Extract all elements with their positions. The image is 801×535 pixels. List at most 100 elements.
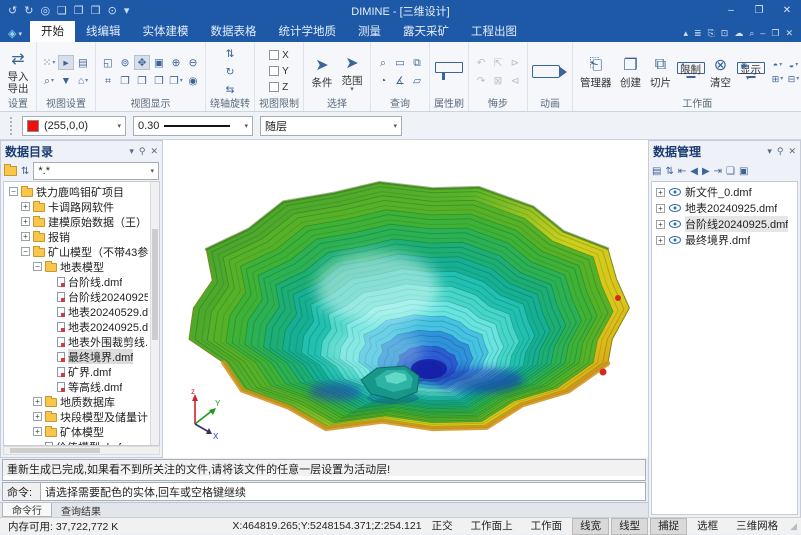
query-area-icon[interactable]: ⧉: [409, 55, 425, 70]
filter-display-icon[interactable]: ▼: [58, 73, 74, 88]
tree-item[interactable]: 地表20240925.dmf: [5, 319, 148, 334]
app-menu-button[interactable]: ◈▾: [0, 27, 30, 42]
condition-select-button[interactable]: ➤ 条件: [308, 52, 336, 90]
color-combobox[interactable]: (255,0,0) ▾: [22, 116, 126, 136]
file-list-item[interactable]: 地表20240925.dmf: [654, 200, 795, 216]
ribbon-tab[interactable]: 开始: [30, 21, 75, 42]
tree-item[interactable]: 最终境界.dmf: [5, 349, 148, 364]
resize-grip[interactable]: ◢: [790, 521, 797, 532]
tree-item[interactable]: 台阶线.dmf: [5, 274, 148, 289]
workface-clear-button[interactable]: ⊗ 清空: [707, 52, 735, 90]
workface-up-icon[interactable]: ◓: [771, 58, 785, 71]
rotate-x-icon[interactable]: ⇅: [222, 46, 238, 61]
refresh-view-icon[interactable]: ◱: [100, 55, 116, 70]
attach-icon[interactable]: ⎘: [708, 28, 715, 39]
undo-add-icon[interactable]: ⊳: [507, 55, 523, 70]
collapse-ribbon-icon[interactable]: ▴: [683, 28, 688, 39]
box-tool-icon[interactable]: ⊡: [721, 28, 729, 39]
panel-menu-icon[interactable]: ▾: [767, 146, 772, 157]
animation-camera-button[interactable]: [532, 65, 560, 78]
status-toggle[interactable]: 线宽: [572, 518, 609, 535]
close-icon[interactable]: ✕: [150, 146, 158, 157]
property-brush-button[interactable]: [435, 62, 463, 73]
ribbon-tab[interactable]: 线编辑: [75, 21, 132, 42]
scrollbar-thumb[interactable]: [152, 229, 158, 339]
import-export-button[interactable]: ⇄ 导入 导出: [4, 46, 32, 96]
save-icon[interactable]: ▣: [739, 166, 748, 177]
workface-add-icon[interactable]: ⊞: [771, 72, 785, 85]
workface-create-button[interactable]: ❐ 创建: [617, 52, 645, 90]
front-view-icon[interactable]: ❐: [151, 73, 167, 88]
ribbon-tab[interactable]: 实体建模: [131, 21, 199, 42]
panel-menu-icon[interactable]: ▾: [129, 146, 134, 157]
report-icon[interactable]: ▤: [652, 166, 661, 177]
tree-item[interactable]: 建模原始数据（王）: [5, 214, 148, 229]
tree-item[interactable]: 卡调路网软件: [5, 199, 148, 214]
visibility-eye-icon[interactable]: [669, 204, 681, 212]
sort-icon[interactable]: ⇅: [665, 166, 673, 177]
layers-icon[interactable]: ❏: [57, 0, 67, 22]
maximize-button[interactable]: ❐: [745, 0, 773, 22]
visibility-eye-icon[interactable]: [669, 236, 681, 244]
expand-toggle[interactable]: [33, 427, 42, 436]
tree-item[interactable]: 地质数据库: [5, 394, 148, 409]
horizontal-scrollbar[interactable]: [3, 446, 160, 455]
perspective-icon[interactable]: ◉: [185, 73, 201, 88]
command-input[interactable]: 请选择需要配色的实体,回车或空格键继续: [40, 482, 646, 501]
close-icon[interactable]: ✕: [788, 146, 796, 157]
record-icon[interactable]: ⊙: [108, 0, 117, 22]
status-toggle[interactable]: 工作面: [523, 518, 571, 535]
box-select-icon[interactable]: ❐: [74, 0, 84, 22]
axis-limit-checkbox[interactable]: Y: [269, 65, 289, 78]
ribbon-tab[interactable]: 数据表格: [199, 21, 267, 42]
tree-item[interactable]: 矿界.dmf: [5, 364, 148, 379]
ribbon-restore-icon[interactable]: ❐: [771, 28, 779, 39]
expand-toggle[interactable]: [33, 397, 42, 406]
range-select-button[interactable]: ➤ 范围: [338, 50, 366, 93]
pin-icon[interactable]: ⚲: [777, 146, 784, 157]
expand-toggle[interactable]: [33, 262, 42, 271]
rotate-z-icon[interactable]: ⇆: [222, 82, 238, 97]
tree-item[interactable]: 铁力鹿鸣钼矿项目: [5, 184, 148, 199]
expand-toggle[interactable]: [21, 202, 30, 211]
status-toggle[interactable]: 选框: [689, 518, 726, 535]
layer-mode-combobox[interactable]: 随层 ▾: [260, 116, 402, 136]
expand-toggle[interactable]: [21, 232, 30, 241]
tree-item[interactable]: 地表外围裁剪线.dmf: [5, 334, 148, 349]
filter-combobox[interactable]: *.* ▾: [33, 162, 159, 180]
status-toggle[interactable]: 捕捉: [650, 518, 687, 535]
file-list-item[interactable]: 新文件_0.dmf: [654, 184, 795, 200]
toolbar-grip[interactable]: [10, 117, 13, 135]
line-width-combobox[interactable]: 0.30 ▾: [133, 116, 253, 136]
query-search-icon[interactable]: ⌕: [375, 55, 391, 70]
axis-limit-checkbox[interactable]: X: [269, 49, 289, 62]
visibility-eye-icon[interactable]: [669, 188, 681, 196]
expand-toggle[interactable]: [656, 188, 665, 197]
expand-toggle[interactable]: [9, 187, 18, 196]
pit-model-3d[interactable]: [163, 140, 648, 458]
tree-item[interactable]: 价值模型.dmf: [5, 439, 148, 446]
pin-icon[interactable]: ⚲: [139, 146, 146, 157]
light-settings-icon[interactable]: ⌂: [75, 73, 91, 88]
view-pane-icon[interactable]: ▤: [75, 55, 91, 70]
tree-item[interactable]: 台阶线20240925.dmf: [5, 289, 148, 304]
zoom-in-icon[interactable]: ⊕: [168, 55, 184, 70]
axis-limit-checkbox[interactable]: Z: [269, 81, 289, 94]
undo-step-icon[interactable]: ↶: [473, 55, 489, 70]
zoom-view-icon[interactable]: ⌕: [41, 73, 57, 88]
tree-item[interactable]: 块段模型及储量计算: [5, 409, 148, 424]
undo-icon[interactable]: ↺: [8, 0, 17, 22]
ribbon-tab[interactable]: 露天采矿: [392, 21, 460, 42]
first-icon[interactable]: ⇤: [678, 166, 686, 177]
rotate-view-icon[interactable]: ⊚: [117, 55, 133, 70]
tree-item[interactable]: 矿体模型: [5, 424, 148, 439]
workface-remove-icon[interactable]: ⊟: [787, 72, 801, 85]
redo-icon[interactable]: ↻: [24, 0, 33, 22]
status-toggle[interactable]: 工作面上: [463, 518, 521, 535]
file-list-item[interactable]: 最终境界.dmf: [654, 232, 795, 248]
scrollbar-thumb[interactable]: [10, 448, 100, 453]
tree-item[interactable]: 地表20240529.dmf: [5, 304, 148, 319]
tree-item[interactable]: 地表模型: [5, 259, 148, 274]
workface-limit-button[interactable]: 限制: [677, 62, 705, 74]
query-info-icon[interactable]: ▱: [409, 73, 425, 88]
